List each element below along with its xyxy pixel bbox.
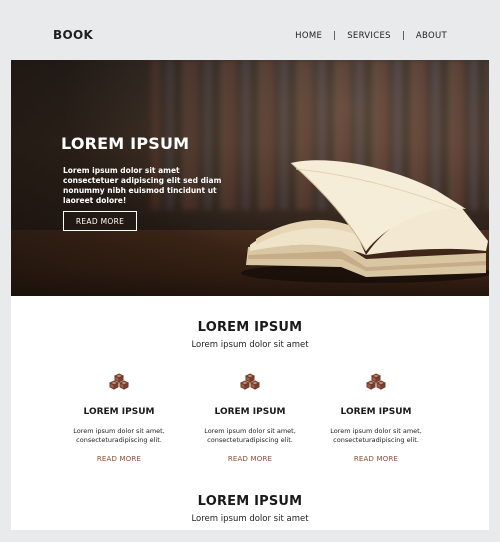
feature-title: LOREM IPSUM [83,407,155,417]
nav-separator: | [401,31,405,41]
feature-title: LOREM IPSUM [340,407,412,417]
feature-text: Lorem ipsum dolor sit amet, consectetura… [73,427,165,444]
nav-about-link[interactable]: ABOUT [416,31,447,41]
feature-text: Lorem ipsum dolor sit amet, consectetura… [330,427,422,444]
nav-home-link[interactable]: HOME [295,31,322,41]
site-header: BOOK HOME | SERVICES | ABOUT [11,0,489,60]
site-logo[interactable]: BOOK [53,28,93,42]
hero-title: LOREM IPSUM [61,134,190,153]
nav-services-link[interactable]: SERVICES [347,31,391,41]
feature-title: LOREM IPSUM [214,407,286,417]
feature-read-more-link[interactable]: READ MORE [49,455,189,463]
hero-read-more-button[interactable]: READ MORE [63,211,137,231]
feature-card: LOREM IPSUM Lorem ipsum dolor sit amet, … [306,373,446,463]
section-title: LOREM IPSUM [197,494,303,509]
feature-card: LOREM IPSUM Lorem ipsum dolor sit amet, … [49,373,189,463]
feature-card: LOREM IPSUM Lorem ipsum dolor sit amet, … [180,373,320,463]
hero-description: Lorem ipsum dolor sit amet consectetuer … [63,166,222,205]
open-book-image [241,160,489,283]
boxes-icon [366,373,386,390]
feature-text: Lorem ipsum dolor sit amet, consectetura… [204,427,296,444]
nav-separator: | [333,31,337,41]
hero-banner: LOREM IPSUM Lorem ipsum dolor sit amet c… [11,60,489,296]
section-subtitle: Lorem ipsum dolor sit amet [191,340,309,350]
section-title: LOREM IPSUM [197,320,303,335]
boxes-icon [240,373,260,390]
boxes-icon [109,373,129,390]
page: BOOK HOME | SERVICES | ABOUT LOREM IPSUM… [11,0,489,530]
main-nav: HOME | SERVICES | ABOUT [295,31,447,41]
section-subtitle: Lorem ipsum dolor sit amet [191,514,309,524]
feature-read-more-link[interactable]: READ MORE [180,455,320,463]
feature-read-more-link[interactable]: READ MORE [306,455,446,463]
